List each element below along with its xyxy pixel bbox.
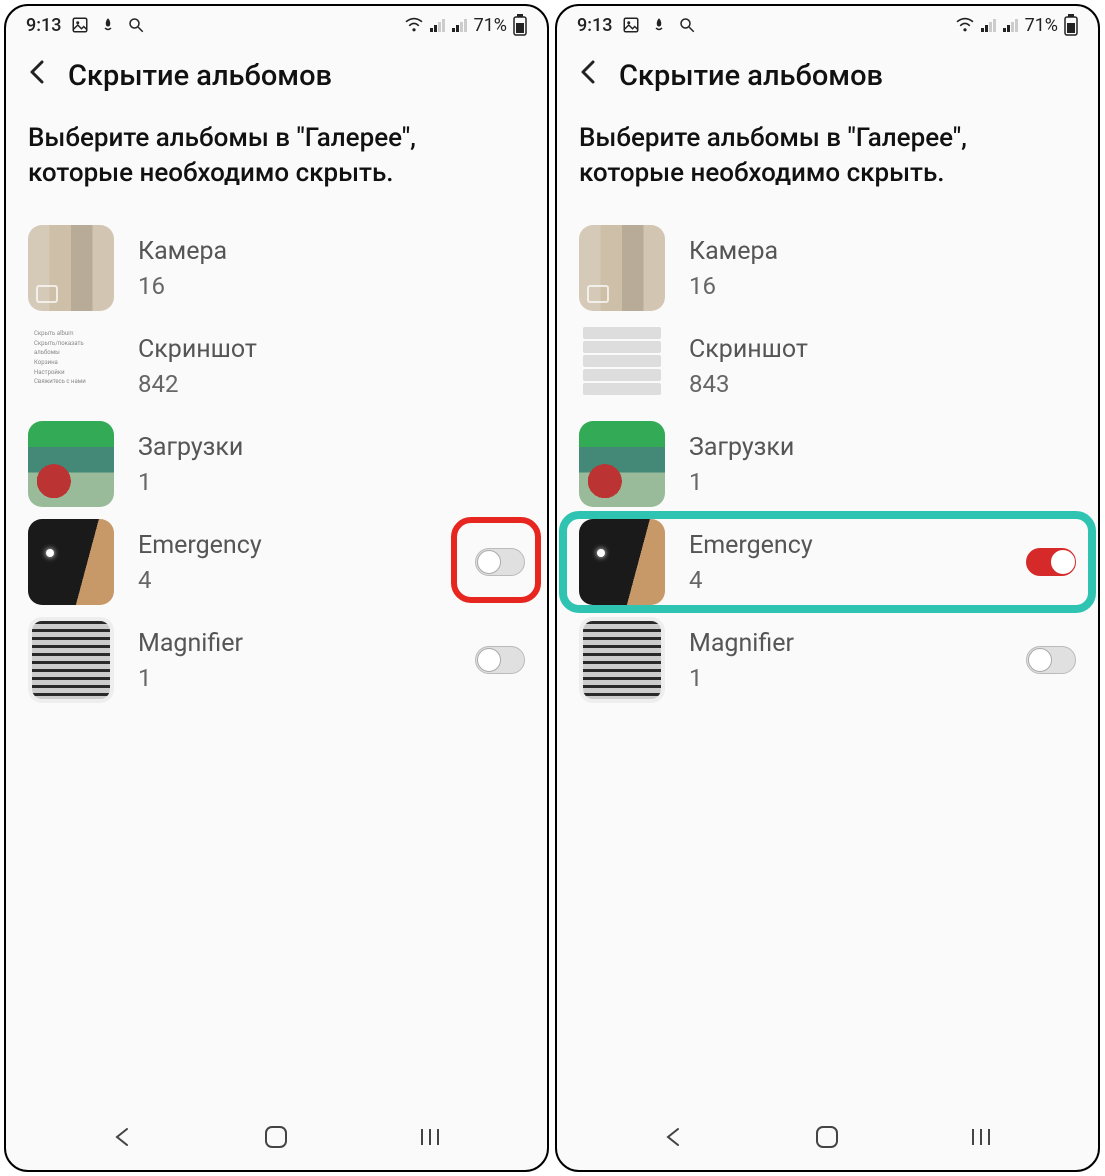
- album-list: Камера 16 Скрыть albumСкрыть/показать ал…: [6, 219, 547, 1110]
- image-icon: [71, 16, 89, 34]
- album-count: 4: [138, 566, 463, 594]
- album-thumbnail: [579, 519, 665, 605]
- album-name: Magnifier: [689, 629, 1014, 658]
- nav-recents[interactable]: [941, 1127, 1021, 1147]
- signal-icon-2: [452, 18, 468, 32]
- album-thumbnail: [579, 617, 665, 703]
- hide-toggle[interactable]: [1026, 548, 1076, 576]
- page-title: Скрытие альбомов: [619, 59, 883, 93]
- nav-recents[interactable]: [390, 1127, 470, 1147]
- album-row-downloads[interactable]: Загрузки 1: [6, 415, 547, 513]
- album-count: 1: [689, 664, 1014, 692]
- signal-icon-2: [1003, 18, 1019, 32]
- wifi-icon: [955, 17, 975, 33]
- back-button[interactable]: [28, 58, 48, 93]
- back-button[interactable]: [579, 58, 599, 93]
- search-icon: [127, 16, 145, 34]
- album-thumbnail: [579, 323, 665, 409]
- subtitle: Выберите альбомы в "Галерее", которые не…: [557, 103, 1098, 219]
- page-title: Скрытие альбомов: [68, 59, 332, 93]
- album-row-camera[interactable]: Камера 16: [6, 219, 547, 317]
- album-row-downloads[interactable]: Загрузки 1: [557, 415, 1098, 513]
- battery-percent: 71%: [1025, 15, 1058, 36]
- phone-screenshot-right: 9:13 71% Скрытие альбомов Выберите альбо…: [555, 4, 1100, 1172]
- album-row-magnifier[interactable]: Magnifier 1: [6, 611, 547, 709]
- album-count: 1: [138, 468, 525, 496]
- image-icon: [622, 16, 640, 34]
- signal-icon-1: [981, 18, 997, 32]
- app-header: Скрытие альбомов: [557, 40, 1098, 103]
- hide-toggle[interactable]: [1026, 646, 1076, 674]
- battery-percent: 71%: [474, 15, 507, 36]
- album-list: Камера 16 Скриншот 843 Загрузки 1 Emerge…: [557, 219, 1098, 1110]
- album-count: 1: [689, 468, 1076, 496]
- album-thumbnail: [28, 617, 114, 703]
- status-bar: 9:13 71%: [6, 6, 547, 40]
- album-thumbnail: Скрыть albumСкрыть/показать альбомыКорзи…: [28, 323, 114, 409]
- album-count: 842: [138, 370, 525, 398]
- weather-icon: [650, 16, 668, 34]
- album-name: Emergency: [138, 531, 463, 560]
- album-name: Скриншот: [689, 335, 1076, 364]
- search-icon: [678, 16, 696, 34]
- album-row-screenshot[interactable]: Скрыть albumСкрыть/показать альбомыКорзи…: [6, 317, 547, 415]
- nav-bar: [6, 1110, 547, 1170]
- hide-toggle[interactable]: [475, 548, 525, 576]
- album-row-emergency[interactable]: Emergency 4: [6, 513, 547, 611]
- weather-icon: [99, 16, 117, 34]
- album-thumbnail: [28, 421, 114, 507]
- album-count: 843: [689, 370, 1076, 398]
- status-time: 9:13: [577, 15, 612, 36]
- album-count: 16: [689, 272, 1076, 300]
- album-name: Загрузки: [689, 433, 1076, 462]
- album-name: Magnifier: [138, 629, 463, 658]
- album-name: Камера: [689, 237, 1076, 266]
- album-count: 16: [138, 272, 525, 300]
- nav-back[interactable]: [634, 1125, 714, 1149]
- album-row-camera[interactable]: Камера 16: [557, 219, 1098, 317]
- album-name: Emergency: [689, 531, 1014, 560]
- album-name: Скриншот: [138, 335, 525, 364]
- nav-home[interactable]: [236, 1124, 316, 1150]
- battery-icon: [1064, 14, 1078, 36]
- status-time: 9:13: [26, 15, 61, 36]
- nav-bar: [557, 1110, 1098, 1170]
- album-name: Камера: [138, 237, 525, 266]
- app-header: Скрытие альбомов: [6, 40, 547, 103]
- album-count: 1: [138, 664, 463, 692]
- wifi-icon: [404, 17, 424, 33]
- status-bar: 9:13 71%: [557, 6, 1098, 40]
- hide-toggle[interactable]: [475, 646, 525, 674]
- phone-screenshot-left: 9:13 71% Скрытие альбомов Выберите альбо…: [4, 4, 549, 1172]
- album-thumbnail: [579, 421, 665, 507]
- subtitle: Выберите альбомы в "Галерее", которые не…: [6, 103, 547, 219]
- nav-back[interactable]: [83, 1125, 163, 1149]
- nav-home[interactable]: [787, 1124, 867, 1150]
- album-row-screenshot[interactable]: Скриншот 843: [557, 317, 1098, 415]
- album-row-emergency[interactable]: Emergency 4: [557, 513, 1098, 611]
- album-count: 4: [689, 566, 1014, 594]
- album-thumbnail: [28, 225, 114, 311]
- signal-icon-1: [430, 18, 446, 32]
- album-name: Загрузки: [138, 433, 525, 462]
- album-thumbnail: [579, 225, 665, 311]
- battery-icon: [513, 14, 527, 36]
- album-row-magnifier[interactable]: Magnifier 1: [557, 611, 1098, 709]
- album-thumbnail: [28, 519, 114, 605]
